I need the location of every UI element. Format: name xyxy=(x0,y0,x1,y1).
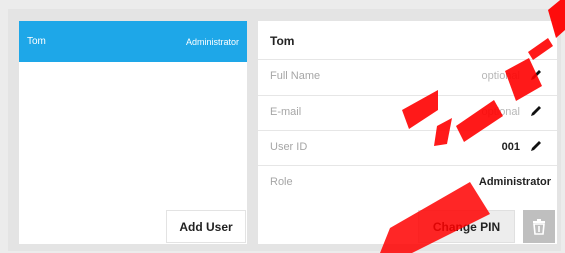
user-name: Tom xyxy=(27,36,46,47)
pencil-icon[interactable] xyxy=(529,139,543,153)
field-label: E-mail xyxy=(270,106,302,118)
pencil-icon[interactable] xyxy=(529,104,543,118)
full-name-field[interactable]: Full Name optional xyxy=(258,59,557,94)
user-role: Administrator xyxy=(185,36,239,47)
field-label: Role xyxy=(270,176,293,188)
user-list-item-tom[interactable]: Tom Administrator xyxy=(19,21,247,62)
trash-icon xyxy=(533,218,545,235)
field-label: Full Name xyxy=(270,70,321,82)
add-user-button[interactable]: Add User xyxy=(166,210,246,243)
email-field[interactable]: E-mail optional xyxy=(258,95,557,130)
user-id-field[interactable]: User ID 001 xyxy=(258,130,557,165)
selected-user-title: Tom xyxy=(270,34,295,48)
change-pin-button[interactable]: Change PIN xyxy=(418,210,515,243)
field-value: optional xyxy=(481,106,520,118)
field-value: Administrator xyxy=(478,176,551,188)
field-value: optional xyxy=(481,70,520,82)
user-list-panel: Tom Administrator Add User xyxy=(19,21,247,244)
field-value: 001 xyxy=(501,141,520,153)
role-field: Role Administrator xyxy=(258,165,557,200)
user-details-panel: Tom Full Name optional E-mail optional U… xyxy=(258,21,557,244)
field-label: User ID xyxy=(270,141,308,153)
pencil-icon[interactable] xyxy=(529,68,543,82)
delete-user-button[interactable] xyxy=(523,210,555,243)
